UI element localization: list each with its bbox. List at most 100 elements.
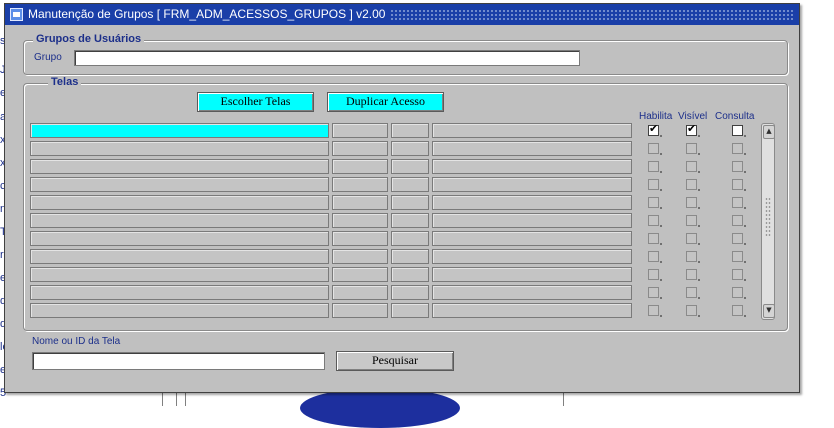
grupos-usuarios-group: Grupos de Usuários Grupo [23, 33, 788, 75]
grid-cell-c3[interactable] [391, 177, 429, 192]
checkbox-shadow [660, 261, 662, 263]
habilita-checkbox[interactable] [648, 179, 659, 190]
checkbox-shadow [744, 171, 746, 173]
grid-cell-c3[interactable] [391, 249, 429, 264]
grid-cell-c1[interactable] [30, 231, 329, 246]
grid-cell-c2[interactable] [332, 267, 388, 282]
habilita-checkbox[interactable]: ✔ [648, 123, 659, 136]
visivel-checkbox[interactable] [686, 233, 697, 244]
grid-cell-c2[interactable] [332, 285, 388, 300]
grid-cell-c2[interactable] [332, 303, 388, 318]
grupo-input[interactable] [74, 50, 580, 66]
grid-cell-c1[interactable] [30, 159, 329, 174]
checkbox-shadow [744, 315, 746, 317]
consulta-checkbox[interactable] [732, 215, 743, 226]
visivel-checkbox[interactable] [686, 251, 697, 262]
grid-cell-c1[interactable] [30, 285, 329, 300]
habilita-checkbox[interactable] [648, 197, 659, 208]
grid-cell-c2[interactable] [332, 159, 388, 174]
grid-cell-c4[interactable] [432, 285, 632, 300]
grid-cell-c4[interactable] [432, 213, 632, 228]
grid-cell-c4[interactable] [432, 231, 632, 246]
habilita-column-header: Habilita [639, 111, 673, 122]
checkbox-shadow [744, 243, 746, 245]
consulta-checkbox[interactable] [732, 143, 743, 154]
grid-cell-c2[interactable] [332, 249, 388, 264]
grid-cell-c2[interactable] [332, 141, 388, 156]
habilita-checkbox[interactable] [648, 251, 659, 262]
grid-cell-c1[interactable] [30, 267, 329, 282]
grid-cell-c3[interactable] [391, 303, 429, 318]
grid-cell-c1[interactable] [30, 123, 329, 138]
grid-cell-c3[interactable] [391, 159, 429, 174]
habilita-checkbox[interactable] [648, 305, 659, 316]
grid-cell-c3[interactable] [391, 285, 429, 300]
grid-cell-c4[interactable] [432, 177, 632, 192]
duplicar-acesso-button[interactable]: Duplicar Acesso [327, 92, 444, 112]
grid-cell-c4[interactable] [432, 267, 632, 282]
grid-cell-c1[interactable] [30, 303, 329, 318]
scroll-up-icon[interactable]: ▲ [763, 125, 775, 139]
telas-scrollbar[interactable]: ▲ ▼ [761, 123, 775, 320]
visivel-checkbox[interactable] [686, 215, 697, 226]
grid-cell-c1[interactable] [30, 177, 329, 192]
checkbox-shadow [660, 243, 662, 245]
habilita-checkbox[interactable] [648, 215, 659, 226]
grid-cell-c1[interactable] [30, 195, 329, 210]
grid-cell-c4[interactable] [432, 159, 632, 174]
visivel-checkbox[interactable]: ✔ [686, 123, 697, 136]
consulta-checkbox[interactable] [732, 197, 743, 208]
grid-cell-c3[interactable] [391, 141, 429, 156]
consulta-checkbox[interactable] [732, 305, 743, 316]
grid-cell-c1[interactable] [30, 213, 329, 228]
grid-cell-c2[interactable] [332, 195, 388, 210]
checkbox-shadow [660, 135, 662, 137]
grid-cell-c3[interactable] [391, 213, 429, 228]
grid-cell-c3[interactable] [391, 123, 429, 138]
consulta-checkbox[interactable] [732, 251, 743, 262]
grid-cell-c4[interactable] [432, 195, 632, 210]
consulta-checkbox[interactable] [732, 179, 743, 190]
habilita-checkbox[interactable] [648, 287, 659, 298]
checkbox-shadow [660, 225, 662, 227]
visivel-checkbox[interactable] [686, 143, 697, 154]
nome-id-tela-input[interactable] [32, 352, 325, 370]
visivel-checkbox[interactable] [686, 305, 697, 316]
grid-cell-c2[interactable] [332, 123, 388, 138]
manutencao-grupos-window: Manutenção de Grupos [ FRM_ADM_ACESSOS_G… [4, 3, 800, 393]
grid-cell-c4[interactable] [432, 303, 632, 318]
consulta-checkbox[interactable] [732, 233, 743, 244]
grid-cell-c4[interactable] [432, 123, 632, 138]
grid-cell-c3[interactable] [391, 195, 429, 210]
visivel-checkbox[interactable] [686, 269, 697, 280]
grid-cell-c3[interactable] [391, 231, 429, 246]
escolher-telas-button[interactable]: Escolher Telas [197, 92, 314, 112]
consulta-checkbox[interactable] [732, 161, 743, 172]
grid-cell-c1[interactable] [30, 141, 329, 156]
grid-cell-c4[interactable] [432, 249, 632, 264]
consulta-checkbox[interactable] [732, 125, 743, 136]
visivel-checkbox[interactable] [686, 179, 697, 190]
checkbox-shadow [698, 297, 700, 299]
grid-cell-c2[interactable] [332, 213, 388, 228]
consulta-checkbox[interactable] [732, 269, 743, 280]
grid-cell-c2[interactable] [332, 231, 388, 246]
grid-cell-c2[interactable] [332, 177, 388, 192]
habilita-checkbox[interactable] [648, 161, 659, 172]
checkbox-shadow [698, 207, 700, 209]
pesquisar-button[interactable]: Pesquisar [336, 351, 454, 371]
scroll-down-icon[interactable]: ▼ [763, 304, 775, 318]
grid-cell-c3[interactable] [391, 267, 429, 282]
title-bar[interactable]: Manutenção de Grupos [ FRM_ADM_ACESSOS_G… [5, 4, 799, 25]
habilita-checkbox[interactable] [648, 269, 659, 280]
scrollbar-grip[interactable] [765, 197, 771, 237]
visivel-checkbox[interactable] [686, 161, 697, 172]
background-divider [162, 392, 163, 406]
habilita-checkbox[interactable] [648, 233, 659, 244]
visivel-checkbox[interactable] [686, 287, 697, 298]
visivel-checkbox[interactable] [686, 197, 697, 208]
habilita-checkbox[interactable] [648, 143, 659, 154]
grid-cell-c4[interactable] [432, 141, 632, 156]
consulta-checkbox[interactable] [732, 287, 743, 298]
grid-cell-c1[interactable] [30, 249, 329, 264]
